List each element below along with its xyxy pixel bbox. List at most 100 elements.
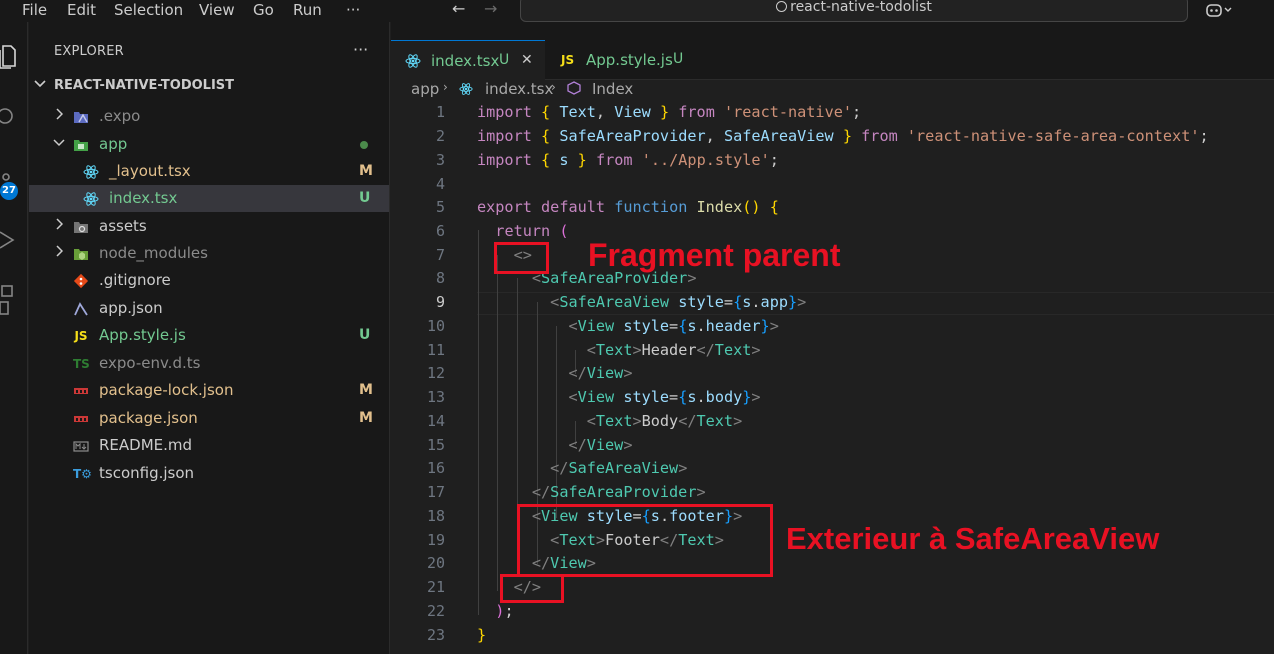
run-debug-icon[interactable] (0, 230, 18, 250)
explorer-files-icon[interactable] (0, 44, 18, 69)
search-label: react-native-todolist (790, 0, 932, 15)
ts-icon: TS (73, 357, 90, 371)
tab-app-style-js[interactable]: JS App.style.js U (547, 40, 697, 80)
editor-tab-bar: index.tsx U ✕ JS App.style.js U (391, 22, 1274, 80)
annotation-fragment-parent: Fragment parent (588, 237, 841, 273)
code-line: <Text>Body</Text> (586, 412, 743, 430)
tree-item-readme[interactable]: README.md (29, 432, 389, 459)
annotation-box-footer-view (517, 504, 773, 577)
extensions-icon[interactable] (0, 284, 18, 315)
line-number: 21 (426, 578, 445, 596)
title-bar: File Edit Selection View Go Run ··· ← → … (0, 0, 1274, 22)
js-icon: JS (561, 53, 575, 67)
symbol-function-icon (567, 81, 581, 99)
line-number: 4 (435, 175, 445, 193)
markdown-icon (73, 438, 89, 454)
folder-assets-icon (73, 219, 89, 235)
project-folder-header[interactable]: REACT-NATIVE-TODOLIST (34, 78, 234, 98)
tree-item-expo[interactable]: .expo (29, 103, 389, 130)
tree-item-label: .expo (99, 107, 141, 125)
chevron-right-icon (55, 240, 64, 267)
code-line: import { Text, View } from 'react-native… (477, 103, 862, 121)
source-control-badge: 27 (0, 182, 18, 200)
folder-app-icon (73, 137, 89, 153)
tsconfig-icon: T⚙ (73, 467, 92, 481)
tree-item-label: tsconfig.json (99, 464, 195, 482)
line-number: 13 (426, 388, 445, 406)
tree-item-label: expo-env.d.ts (99, 354, 201, 372)
code-line: ); (495, 602, 514, 620)
line-number: 18 (426, 507, 445, 525)
menu-more-icon[interactable]: ··· (346, 0, 360, 20)
forward-arrow-icon[interactable]: → (484, 0, 497, 18)
npm-icon (73, 411, 89, 427)
git-status-badge: U (499, 52, 510, 68)
back-arrow-icon[interactable]: ← (452, 0, 465, 18)
command-center-search[interactable]: react-native-todolist (520, 0, 1188, 22)
line-number: 19 (426, 531, 445, 549)
line-number: 16 (426, 459, 445, 477)
tree-item-layout[interactable]: _layout.tsx M (29, 158, 389, 185)
breadcrumb-folder[interactable]: app (411, 80, 439, 98)
close-icon[interactable]: ✕ (521, 52, 533, 68)
tree-item-expo-env[interactable]: TS expo-env.d.ts (29, 350, 389, 377)
expo-icon (73, 301, 89, 317)
folder-expo-icon (73, 109, 89, 125)
tree-item-label: .gitignore (99, 271, 171, 289)
line-number: 7 (435, 246, 445, 264)
tree-item-app-style[interactable]: JS App.style.js U (29, 322, 389, 349)
tab-label: App.style.js (586, 51, 673, 69)
folder-node-icon (73, 246, 89, 262)
tree-item-node-modules[interactable]: node_modules (29, 240, 389, 267)
git-status-badge: U (359, 327, 371, 343)
explorer-sidebar: EXPLORER ··· REACT-NATIVE-TODOLIST .expo… (29, 22, 390, 654)
code-line: <Text>Header</Text> (586, 341, 761, 359)
react-icon (83, 191, 99, 207)
breadcrumb-file[interactable]: index.tsx (485, 80, 553, 98)
code-editor[interactable]: 1 2 3 4 5 6 7 8 9 10 11 12 13 14 15 16 17 18 19 20 21 22 23 im… (391, 100, 1274, 654)
tree-item-gitignore[interactable]: .gitignore (29, 267, 389, 294)
breadcrumb: app › index.tsx › Index (391, 80, 1274, 100)
copilot-icon[interactable] (1206, 2, 1234, 22)
menu-go[interactable]: Go (253, 0, 274, 20)
line-number: 12 (426, 364, 445, 382)
tree-item-index[interactable]: index.tsx U (29, 185, 389, 212)
explorer-more-icon[interactable]: ··· (353, 40, 368, 59)
code-line: </View> (568, 364, 633, 382)
tree-item-tsconfig[interactable]: T⚙ tsconfig.json (29, 460, 389, 487)
line-number: 8 (435, 269, 445, 287)
line-number: 10 (426, 317, 445, 335)
line-number: 15 (426, 436, 445, 454)
tab-index-tsx[interactable]: index.tsx U ✕ (391, 40, 545, 80)
git-icon (73, 273, 89, 289)
chevron-right-icon (55, 213, 64, 240)
menu-view[interactable]: View (199, 0, 235, 20)
annotation-exterior: Exterieur à SafeAreaView (786, 521, 1160, 556)
chevron-right-icon: › (551, 80, 556, 94)
line-number: 6 (435, 222, 445, 240)
react-icon (405, 53, 421, 73)
menu-file[interactable]: File (22, 0, 47, 20)
git-status-badge: M (359, 163, 373, 179)
line-number: 1 (435, 103, 445, 121)
breadcrumb-symbol[interactable]: Index (592, 80, 633, 98)
menu-run[interactable]: Run (293, 0, 322, 20)
chevron-down-icon (34, 78, 48, 93)
line-number: 22 (426, 602, 445, 620)
tree-item-assets[interactable]: assets (29, 213, 389, 240)
menu-edit[interactable]: Edit (67, 0, 96, 20)
menu-selection[interactable]: Selection (114, 0, 183, 20)
annotation-box-fragment-open (494, 242, 549, 274)
tree-item-app[interactable]: app (29, 131, 389, 158)
tree-item-label: App.style.js (99, 326, 186, 344)
git-status-badge: U (673, 51, 684, 67)
tab-label: index.tsx (431, 52, 500, 70)
tree-item-package-lock[interactable]: package-lock.json M (29, 377, 389, 404)
code-line: import { s } from '../App.style'; (477, 151, 779, 169)
chevron-right-icon: › (443, 80, 448, 94)
tree-item-package[interactable]: package.json M (29, 405, 389, 432)
tree-item-app-json[interactable]: app.json (29, 295, 389, 322)
code-line: <View style={s.body}> (568, 388, 761, 406)
search-view-icon[interactable] (0, 106, 18, 126)
line-number: 5 (435, 198, 445, 216)
